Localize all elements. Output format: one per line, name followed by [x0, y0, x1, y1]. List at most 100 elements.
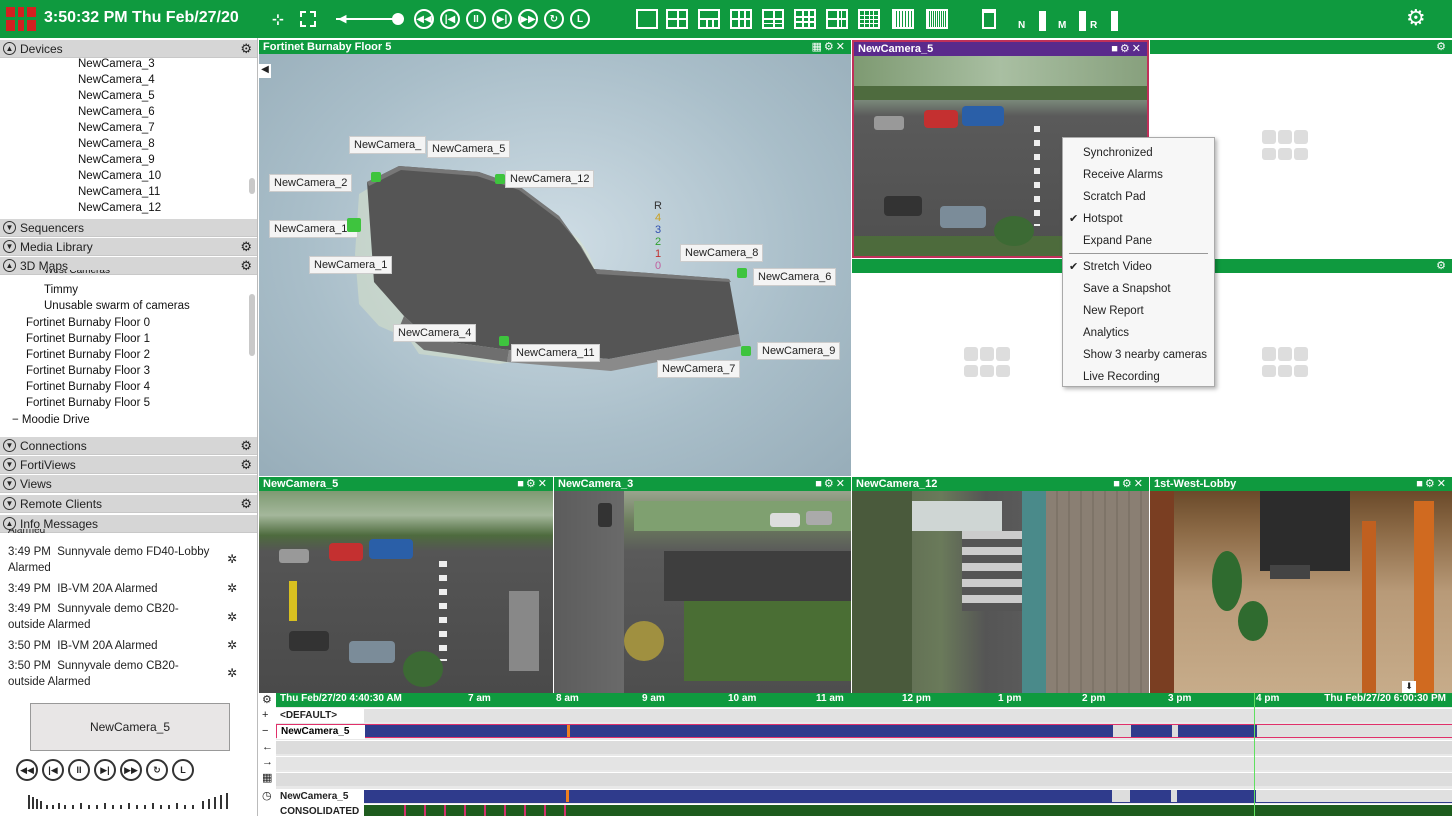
map-camera-label[interactable]: NewCamera_10 — [269, 220, 359, 238]
gear-icon[interactable]: ⚙ — [240, 41, 252, 57]
alarm-markers[interactable] — [386, 805, 566, 816]
alarm-marker[interactable] — [567, 725, 570, 737]
menu-item-save-snapshot[interactable]: Save a Snapshot — [1063, 278, 1214, 300]
devices-scrollbar[interactable] — [249, 178, 255, 194]
live-icon[interactable]: L — [570, 9, 590, 29]
chevron-up-icon[interactable]: ▲ — [3, 259, 16, 272]
menu-item-live-recording[interactable]: Live Recording — [1063, 366, 1214, 388]
map-item[interactable]: − Moodie Drive — [12, 414, 90, 426]
arrow-left-icon[interactable]: ← — [262, 741, 273, 753]
layout-1plus3-icon[interactable] — [698, 9, 720, 29]
device-item[interactable]: NewCamera_9 — [78, 154, 155, 166]
camera-marker[interactable] — [737, 268, 747, 278]
download-icon[interactable]: ⬇ — [1402, 681, 1416, 693]
map-item[interactable]: Unusable swarm of cameras — [44, 300, 190, 312]
crosshair-icon[interactable]: ⊹ — [268, 9, 288, 29]
device-item[interactable]: NewCamera_7 — [78, 122, 155, 134]
menu-item-stretch-video[interactable]: ✔ Stretch Video — [1063, 256, 1214, 278]
row-label[interactable]: NewCamera_5 — [277, 725, 365, 739]
maps-scrollbar[interactable] — [249, 294, 255, 356]
timeline[interactable]: ⚙ + − ← → ▦ ◷ Thu Feb/27/20 4:40:30 AM 7… — [258, 693, 1452, 816]
gear-icon[interactable]: ⚙ — [240, 239, 252, 255]
chevron-down-icon[interactable]: ▼ — [3, 221, 16, 234]
camera-marker[interactable] — [495, 174, 505, 184]
row-label[interactable]: NewCamera_5 — [276, 790, 364, 804]
floor-label[interactable]: 3 — [649, 224, 667, 236]
gear-icon[interactable]: ⚙ — [240, 258, 252, 274]
floor-label[interactable]: 2 — [649, 236, 667, 248]
gear-icon[interactable]: ⚙ — [240, 438, 252, 454]
chevron-down-icon[interactable]: ▼ — [3, 497, 16, 510]
layout-3x3-icon[interactable] — [794, 9, 816, 29]
camera-marker[interactable] — [347, 218, 361, 232]
device-item[interactable]: NewCamera_6 — [78, 106, 155, 118]
calendar-icon[interactable]: ▦ — [262, 771, 272, 784]
map-item[interactable]: Fortinet Burnaby Floor 5 — [26, 397, 150, 409]
map-camera-label[interactable]: NewCamera_8 — [680, 244, 764, 262]
zoom-in-icon[interactable]: + — [262, 709, 268, 721]
arrow-right-icon[interactable]: → — [262, 756, 273, 768]
zoom-out-icon[interactable]: − — [262, 725, 268, 737]
floor-label[interactable]: R — [649, 200, 667, 212]
map-camera-label[interactable]: NewCamera_ — [349, 136, 427, 154]
gear-icon[interactable]: ⚙ — [240, 496, 252, 512]
selected-camera-box[interactable]: NewCamera_5 — [30, 703, 230, 751]
map-item[interactable]: Fortinet Burnaby Floor 3 — [26, 365, 150, 377]
section-fortiviews[interactable]: ▼ FortiViews ⚙ — [0, 456, 257, 474]
device-item[interactable]: NewCamera_5 — [78, 90, 155, 102]
bug-icon[interactable]: ✲ — [227, 638, 237, 652]
camera-pane[interactable]: 1st-West-Lobby ■⚙✕ ⬇ — [1150, 477, 1452, 693]
camera-pane[interactable]: NewCamera_3 ■⚙✕ — [554, 477, 851, 693]
map-pane[interactable]: Fortinet Burnaby Floor 5 ▦⚙✕ ◀ R 4 3 2 1… — [259, 40, 851, 476]
step-forward-icon[interactable]: ▶| — [94, 759, 116, 781]
layout-6x6-icon[interactable] — [926, 9, 948, 29]
layout-4x4-icon[interactable] — [858, 9, 880, 29]
menu-item-nearby-cameras[interactable]: Show 3 nearby cameras — [1063, 344, 1214, 366]
layout-3x2-icon[interactable] — [730, 9, 752, 29]
section-remote-clients[interactable]: ▼ Remote Clients ⚙ — [0, 495, 257, 513]
pane-controls[interactable]: ▦⚙✕ — [812, 40, 847, 54]
device-item[interactable]: NewCamera_4 — [78, 74, 155, 86]
section-3d-maps[interactable]: ▲ 3D Maps ⚙ — [0, 257, 257, 275]
trash-icon[interactable] — [982, 9, 996, 29]
fullscreen-icon[interactable] — [300, 11, 316, 27]
menu-item-analytics[interactable]: Analytics — [1063, 322, 1214, 344]
menu-item-receive-alarms[interactable]: Receive Alarms — [1063, 164, 1214, 186]
bug-icon[interactable]: ✲ — [227, 610, 237, 624]
chevron-down-icon[interactable]: ▼ — [3, 458, 16, 471]
timeline-row-consolidated[interactable]: CONSOLIDATED — [276, 804, 1452, 816]
map-item[interactable]: Fortinet Burnaby Floor 2 — [26, 349, 150, 361]
map-camera-label[interactable]: NewCamera_7 — [657, 360, 741, 378]
pane-controls[interactable]: ■⚙✕ — [517, 477, 549, 491]
layout-5x5-icon[interactable] — [892, 9, 914, 29]
device-item[interactable]: NewCamera_8 — [78, 138, 155, 150]
map-item[interactable]: Fortinet Burnaby Floor 0 — [26, 317, 150, 329]
settings-gear-icon[interactable]: ⚙ — [1406, 7, 1426, 29]
row-label[interactable]: <DEFAULT> — [276, 709, 364, 723]
layout-1x1-icon[interactable] — [636, 9, 658, 29]
floor-indicator[interactable]: R 4 3 2 1 0 — [649, 200, 667, 272]
camera-pane[interactable]: NewCamera_5 ■⚙✕ — [259, 477, 553, 693]
fortinet-logo-icon[interactable] — [6, 7, 36, 31]
pause-icon[interactable]: II — [68, 759, 90, 781]
camera-marker[interactable] — [741, 346, 751, 356]
map-camera-label[interactable]: NewCamera_5 — [427, 140, 511, 158]
floor-label[interactable]: 0 — [649, 260, 667, 272]
timeline-row-default[interactable]: <DEFAULT> — [276, 708, 1452, 723]
step-back-icon[interactable]: |◀ — [42, 759, 64, 781]
pause-icon[interactable]: II — [466, 9, 486, 29]
pane-controls[interactable]: ■⚙✕ — [1416, 477, 1448, 491]
step-back-icon[interactable]: |◀ — [440, 9, 460, 29]
map-camera-label[interactable]: NewCamera_12 — [505, 170, 595, 188]
video-feed[interactable] — [259, 491, 553, 693]
map-item[interactable]: Timmy — [44, 284, 78, 296]
device-item[interactable]: NewCamera_12 — [78, 202, 161, 214]
recording-segment[interactable] — [1143, 725, 1173, 737]
pane-controls[interactable]: ■⚙✕ — [815, 477, 847, 491]
section-connections[interactable]: ▼ Connections ⚙ — [0, 437, 257, 455]
rewind-icon[interactable]: ◀◀ — [414, 9, 434, 29]
video-feed[interactable] — [852, 491, 1149, 693]
map-camera-label[interactable]: NewCamera_1 — [309, 256, 393, 274]
gear-icon[interactable]: ⚙ — [240, 457, 252, 473]
chevron-up-icon[interactable]: ▲ — [3, 42, 16, 55]
